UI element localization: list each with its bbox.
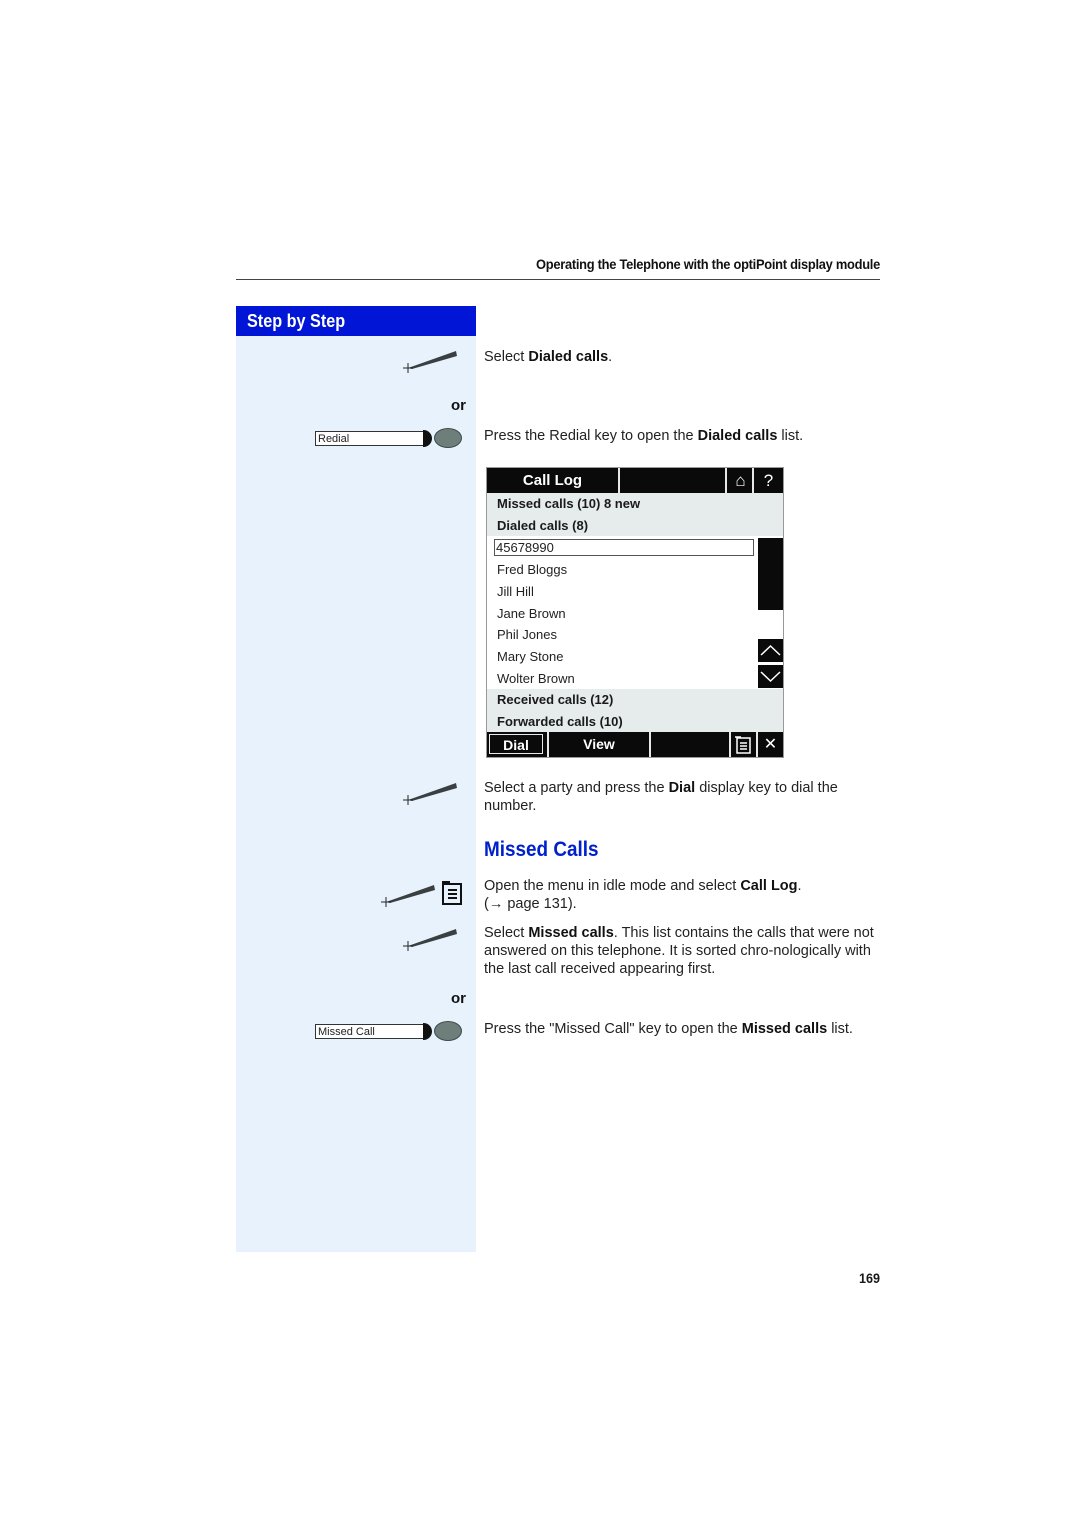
missed-call-key[interactable]: Missed Call xyxy=(315,1021,462,1041)
list-item[interactable]: Fred Bloggs xyxy=(487,559,757,581)
step-select-missed: Select Missed calls. This list contains … xyxy=(484,925,874,977)
list-item-selected[interactable]: 45678990 xyxy=(494,539,754,556)
page-number: 169 xyxy=(858,1270,880,1286)
key-cap xyxy=(423,1022,432,1040)
display-title: Call Log xyxy=(487,468,620,493)
redial-key[interactable]: Redial xyxy=(315,428,462,448)
step-press-redial: Press the Redial key to open the Dialed … xyxy=(484,428,804,444)
list-item[interactable]: Jane Brown xyxy=(487,603,757,625)
menu-icon xyxy=(442,881,462,905)
step-open-menu: Open the menu in idle mode and select Ca… xyxy=(484,878,802,912)
list-item[interactable]: Jill Hill xyxy=(487,581,757,603)
list-item[interactable]: Mary Stone xyxy=(487,646,757,668)
missed-call-key-label: Missed Call xyxy=(315,1023,423,1039)
step-select-party: Select a party and press the Dial displa… xyxy=(484,780,838,814)
scrollbar-thumb[interactable] xyxy=(758,538,783,610)
or-label: or xyxy=(451,397,466,414)
category-dialed-calls[interactable]: Dialed calls (8) xyxy=(487,515,783,537)
step-press-missed: Press the "Missed Call" key to open the … xyxy=(484,1021,853,1037)
step-select-dialed: Select Dialed calls. xyxy=(484,349,613,365)
section-title: Missed Calls xyxy=(484,838,599,861)
chevron-up-icon xyxy=(760,644,781,656)
help-icon[interactable]: ? xyxy=(756,468,781,493)
list-item[interactable]: Wolter Brown xyxy=(487,668,757,690)
view-softkey[interactable]: View xyxy=(549,732,649,757)
category-forwarded-calls[interactable]: Forwarded calls (10) xyxy=(487,711,783,733)
title-bar-blank xyxy=(621,468,727,493)
header-divider xyxy=(236,279,880,281)
category-missed-calls[interactable]: Missed calls (10) 8 new xyxy=(487,493,783,515)
stylus-icon xyxy=(403,783,457,805)
close-icon[interactable]: ✕ xyxy=(758,732,783,757)
chevron-down-icon xyxy=(760,671,781,683)
display-title-bar: Call Log ⌂ ? xyxy=(487,468,783,493)
home-icon[interactable]: ⌂ xyxy=(729,468,754,493)
softkey-bar: Dial View ✕ xyxy=(487,732,783,757)
top-categories: Missed calls (10) 8 new Dialed calls (8) xyxy=(487,493,783,537)
scroll-down-button[interactable] xyxy=(758,665,783,688)
page-header-title: Operating the Telephone with the optiPoi… xyxy=(536,256,880,272)
menu-icon[interactable] xyxy=(733,735,753,755)
stylus-icon xyxy=(381,885,435,907)
scroll-up-button[interactable] xyxy=(758,639,783,662)
stylus-icon xyxy=(403,929,457,951)
dialed-calls-list: 45678990 Fred Bloggs Jill Hill Jane Brow… xyxy=(487,538,757,690)
key-led-icon xyxy=(434,1021,462,1041)
sidebar-title: Step by Step xyxy=(236,306,476,336)
dial-softkey[interactable]: Dial xyxy=(489,734,543,754)
redial-key-label: Redial xyxy=(315,430,423,446)
softkey-separator xyxy=(729,732,731,757)
key-cap xyxy=(423,429,432,447)
list-item[interactable]: Phil Jones xyxy=(487,624,757,646)
bottom-categories: Received calls (12) Forwarded calls (10) xyxy=(487,689,783,733)
or-label: or xyxy=(451,990,466,1007)
key-led-icon xyxy=(434,428,462,448)
softkey-separator xyxy=(649,732,651,757)
category-received-calls[interactable]: Received calls (12) xyxy=(487,689,783,711)
stylus-icon xyxy=(403,351,457,373)
phone-display: Call Log ⌂ ? Missed calls (10) 8 new Dia… xyxy=(486,467,784,758)
